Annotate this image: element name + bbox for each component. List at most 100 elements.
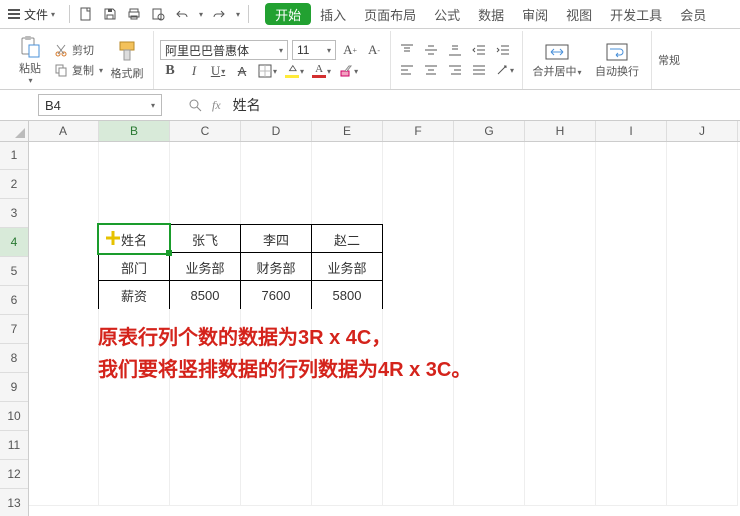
col-header-I[interactable]: I [596, 121, 667, 141]
cell-C6[interactable]: 8500 [169, 280, 241, 310]
formula-bar[interactable]: 姓名 [233, 90, 740, 120]
orientation-icon[interactable]: ▾ [493, 61, 516, 79]
redo-icon[interactable] [211, 6, 227, 22]
italic-button[interactable]: I [184, 62, 204, 80]
border-button[interactable]: ▾ [256, 62, 279, 80]
underline-button[interactable]: U▾ [208, 62, 228, 80]
quick-access-toolbar: ▾ ▾ [63, 0, 255, 28]
row-header-4[interactable]: 4 [0, 228, 28, 257]
align-bottom-icon[interactable] [445, 41, 465, 59]
font-name-select[interactable]: 阿里巴巴普惠体▾ [160, 40, 288, 60]
file-menu-label: 文件 [24, 6, 48, 23]
tab-view[interactable]: 视图 [557, 0, 601, 28]
col-header-D[interactable]: D [241, 121, 312, 141]
tab-developer[interactable]: 开发工具 [601, 0, 671, 28]
ribbon-tabs: 开始 插入 页面布局 公式 数据 审阅 视图 开发工具 会员 [265, 0, 715, 28]
number-group: 常规 [652, 31, 704, 89]
clear-format-button[interactable]: ▾ [337, 62, 360, 80]
bold-button[interactable]: B [160, 62, 180, 80]
align-left-icon[interactable] [397, 61, 417, 79]
increase-indent-icon[interactable] [493, 41, 513, 59]
tab-member[interactable]: 会员 [671, 0, 715, 28]
tab-data[interactable]: 数据 [469, 0, 513, 28]
row-header-11[interactable]: 11 [0, 431, 28, 460]
cell-D5[interactable]: 财务部 [240, 252, 312, 282]
tab-page-layout[interactable]: 页面布局 [355, 0, 425, 28]
align-middle-icon[interactable] [421, 41, 441, 59]
cell-E5[interactable]: 业务部 [311, 252, 383, 282]
undo-icon[interactable] [174, 6, 190, 22]
cut-button[interactable]: 剪切 [54, 42, 103, 58]
save-icon[interactable] [102, 6, 118, 22]
row-header-8[interactable]: 8 [0, 344, 28, 373]
col-header-C[interactable]: C [170, 121, 241, 141]
font-color-button[interactable]: A ▾ [310, 62, 333, 80]
col-header-F[interactable]: F [383, 121, 454, 141]
col-header-A[interactable]: A [28, 121, 99, 141]
redo-dropdown[interactable]: ▾ [236, 10, 240, 19]
format-painter-button[interactable]: 格式刷 [107, 40, 147, 81]
row-header-2[interactable]: 2 [0, 170, 28, 199]
fx-icon[interactable]: fx [212, 98, 221, 113]
tab-home[interactable]: 开始 [265, 3, 311, 25]
number-format-select[interactable]: 常规 [658, 52, 698, 68]
col-header-E[interactable]: E [312, 121, 383, 141]
merge-group: 合并居中▾ 自动换行 [523, 31, 652, 89]
decrease-indent-icon[interactable] [469, 41, 489, 59]
cell-D6[interactable]: 7600 [240, 280, 312, 310]
align-center-icon[interactable] [421, 61, 441, 79]
row-header-5[interactable]: 5 [0, 257, 28, 286]
row-header-10[interactable]: 10 [0, 402, 28, 431]
new-doc-icon[interactable] [78, 6, 94, 22]
cell-E4[interactable]: 赵二 [311, 224, 383, 254]
cell-B5[interactable]: 部门 [98, 252, 170, 282]
justify-icon[interactable] [469, 61, 489, 79]
align-right-icon[interactable] [445, 61, 465, 79]
font-size-select[interactable]: 11▾ [292, 40, 336, 60]
undo-dropdown[interactable]: ▾ [199, 10, 203, 19]
cell-D4[interactable]: 李四 [240, 224, 312, 254]
alignment-group: ▾ [391, 31, 523, 89]
row-header-1[interactable]: 1 [0, 141, 28, 170]
cell-B4[interactable]: 姓名 [98, 224, 170, 254]
row-header-7[interactable]: 7 [0, 315, 28, 344]
cell-cursor-icon [105, 230, 121, 246]
row-headers: 1 2 3 4 5 6 7 8 9 10 11 12 13 [0, 141, 29, 516]
cell-grid[interactable]: 姓名 张飞 李四 赵二 部门 业务部 财务部 业务部 薪资 8500 76 [28, 141, 740, 516]
paste-button[interactable]: 粘贴▾ [10, 35, 50, 85]
search-icon[interactable] [188, 98, 202, 112]
row-header-13[interactable]: 13 [0, 489, 28, 516]
print-icon[interactable] [126, 6, 142, 22]
tab-review[interactable]: 审阅 [513, 0, 557, 28]
increase-font-icon[interactable]: A+ [340, 41, 360, 59]
row-header-6[interactable]: 6 [0, 286, 28, 315]
strikethrough-button[interactable]: A [232, 62, 252, 80]
align-top-icon[interactable] [397, 41, 417, 59]
merge-center-button[interactable]: 合并居中▾ [529, 42, 585, 79]
select-all-corner[interactable] [0, 121, 29, 142]
col-header-H[interactable]: H [525, 121, 596, 141]
print-preview-icon[interactable] [150, 6, 166, 22]
name-box[interactable]: B4 ▾ [38, 94, 162, 116]
row-header-3[interactable]: 3 [0, 199, 28, 228]
fill-color-button[interactable]: ▾ [283, 62, 306, 80]
col-header-B[interactable]: B [99, 121, 170, 141]
decrease-font-icon[interactable]: A- [364, 41, 384, 59]
cell-E6[interactable]: 5800 [311, 280, 383, 310]
annotation-line-2: 我们要将竖排数据的行列数据为4R x 3C。 [98, 355, 471, 385]
tab-insert[interactable]: 插入 [311, 0, 355, 28]
row-header-12[interactable]: 12 [0, 460, 28, 489]
cell-B6[interactable]: 薪资 [98, 280, 170, 310]
clipboard-group: 粘贴▾ 剪切 复制▾ 格式刷 [4, 31, 154, 89]
hamburger-icon [8, 9, 20, 19]
copy-button[interactable]: 复制▾ [54, 62, 103, 78]
tab-formulas[interactable]: 公式 [425, 0, 469, 28]
col-header-J[interactable]: J [667, 121, 738, 141]
wrap-text-button[interactable]: 自动换行 [589, 42, 645, 79]
col-header-G[interactable]: G [454, 121, 525, 141]
fill-handle[interactable] [166, 250, 172, 256]
cell-C4[interactable]: 张飞 [169, 224, 241, 254]
row-header-9[interactable]: 9 [0, 373, 28, 402]
file-menu[interactable]: 文件 ▾ [0, 0, 63, 28]
cell-C5[interactable]: 业务部 [169, 252, 241, 282]
